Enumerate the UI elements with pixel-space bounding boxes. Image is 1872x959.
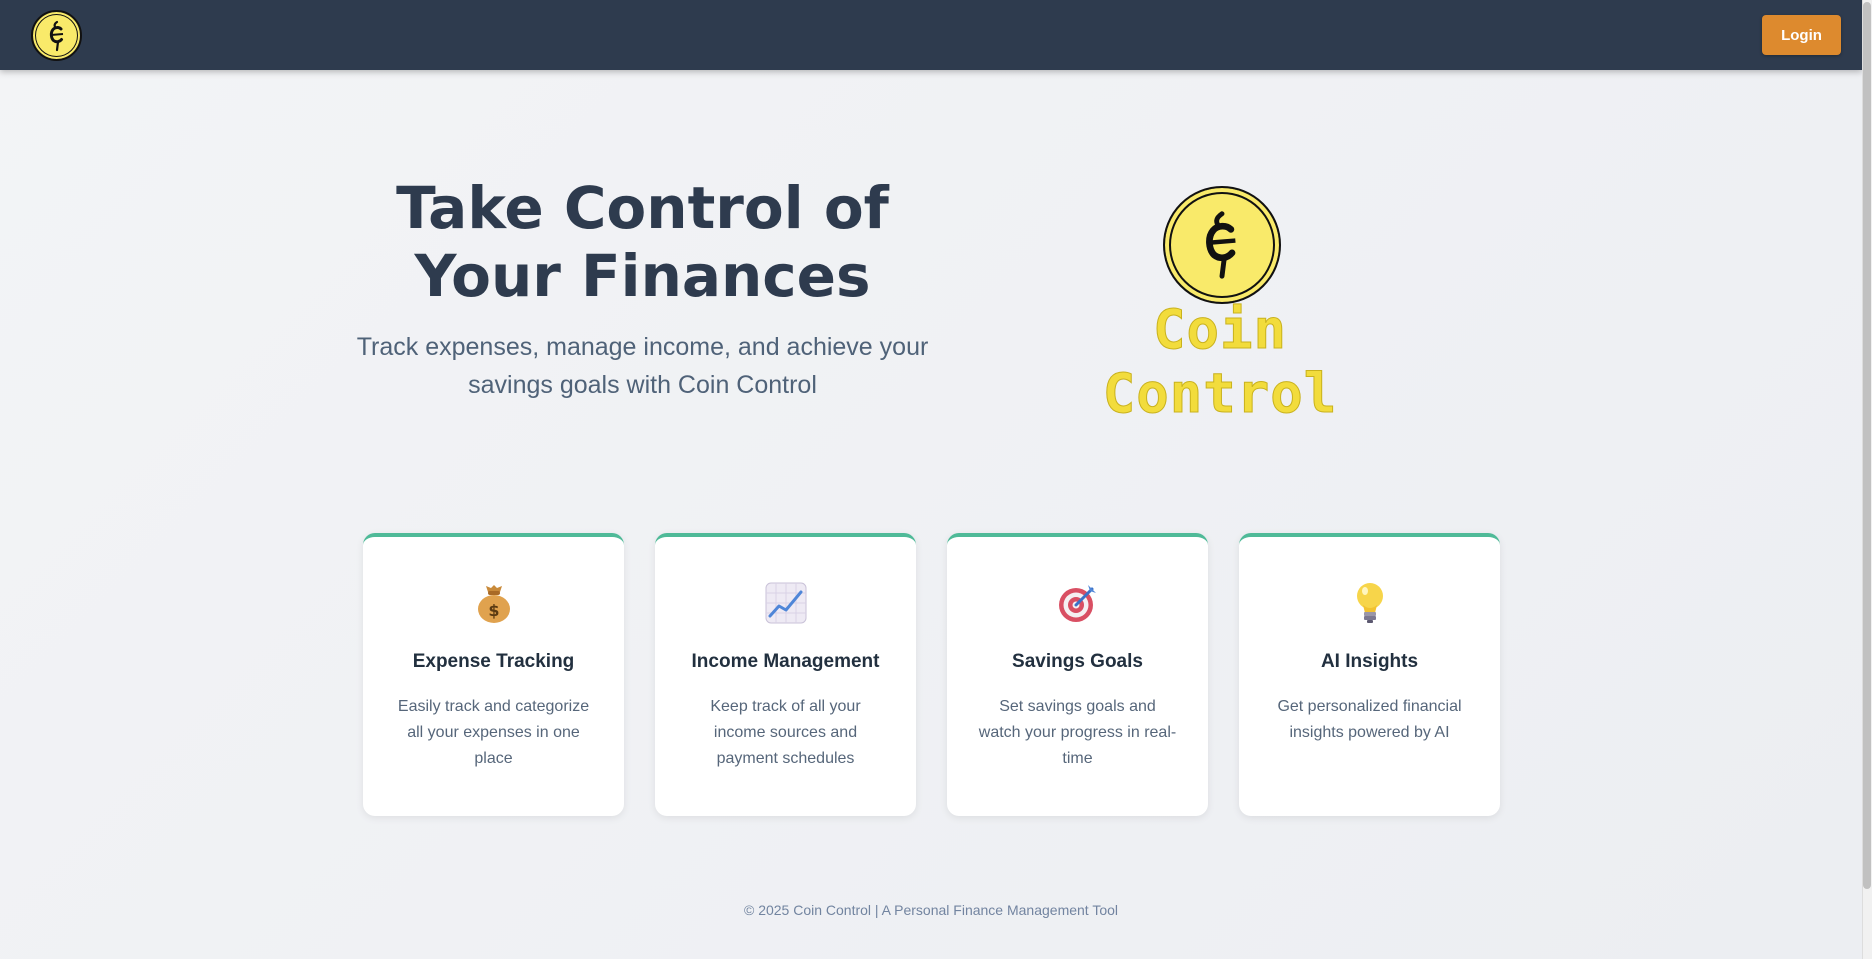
hero-subtitle: Track expenses, manage income, and achie… <box>340 328 945 404</box>
feature-description: Get personalized financial insights powe… <box>1277 698 1462 741</box>
light-bulb-icon <box>1239 581 1500 625</box>
hero-title: Take Control of Your Finances <box>340 174 945 310</box>
feature-description: Keep track of all your income sources an… <box>710 698 861 767</box>
scrollbar-thumb[interactable] <box>1863 2 1871 889</box>
feature-description: Set savings goals and watch your progres… <box>978 698 1177 767</box>
hero-title-line-1: Take Control of <box>396 174 889 242</box>
svg-text:$: $ <box>488 601 499 620</box>
feature-title: Savings Goals <box>1012 651 1143 672</box>
feature-card-savings-goals: Savings Goals Set savings goals and watc… <box>947 533 1208 816</box>
coin-logo-icon <box>1163 186 1281 304</box>
money-bag-icon: $ <box>363 581 624 625</box>
feature-card-expense-tracking: $ Expense Tracking Easily track and cate… <box>363 533 624 816</box>
feature-description: Easily track and categorize all your exp… <box>397 698 590 767</box>
top-navbar: Login <box>0 0 1862 70</box>
feature-title: Income Management <box>691 651 880 672</box>
hero-subtitle-line-1: Track expenses, manage income, and achie… <box>356 333 929 361</box>
feature-card-income-management: Income Management Keep track of all your… <box>655 533 916 816</box>
page-scrollbar[interactable] <box>1862 0 1872 959</box>
chart-increasing-icon <box>655 581 916 625</box>
login-button[interactable]: Login <box>1762 15 1841 55</box>
feature-title: Expense Tracking <box>412 651 575 672</box>
coin-control-logo-icon[interactable] <box>31 10 82 61</box>
feature-title: AI Insights <box>1320 651 1419 672</box>
features-section: $ Expense Tracking Easily track and cate… <box>363 533 1500 816</box>
footer-text: © 2025 Coin Control | A Personal Finance… <box>743 902 1119 918</box>
hero-subtitle-line-2: savings goals with Coin Control <box>468 371 817 399</box>
feature-card-ai-insights: AI Insights Get personalized financial i… <box>1239 533 1500 816</box>
brand-name: Coin Control <box>1102 298 1338 426</box>
target-icon <box>947 581 1208 625</box>
hero-title-line-2: Your Finances <box>414 242 871 310</box>
